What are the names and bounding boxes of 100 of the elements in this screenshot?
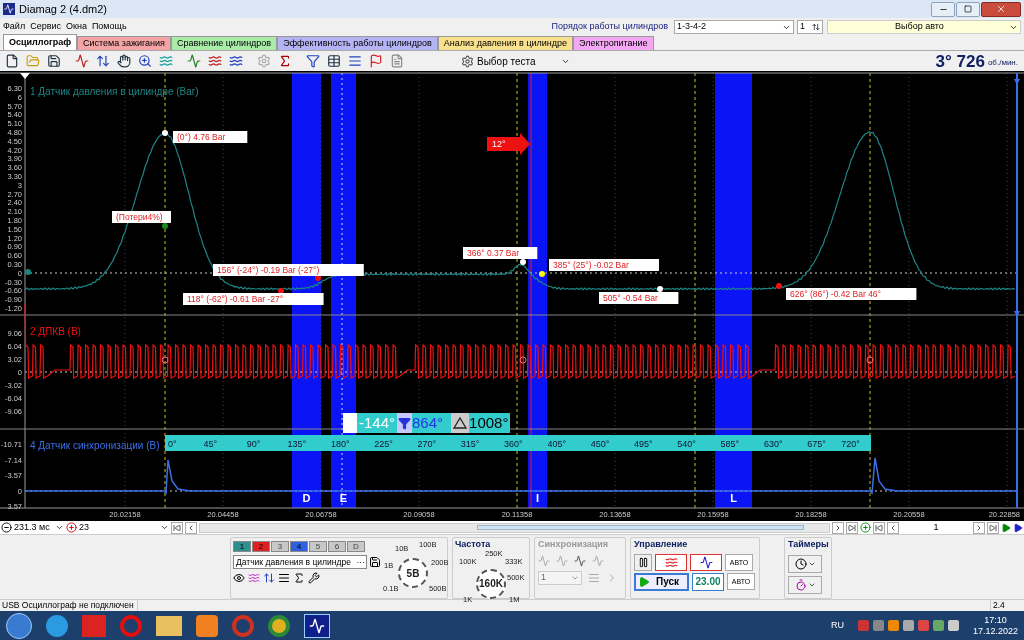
channel-dot-icon [25,269,31,275]
degree-tick-label: 495° [634,439,653,449]
timer-button[interactable] [788,575,822,594]
previous-button[interactable] [185,521,197,534]
pause-button[interactable] [634,553,652,571]
tray-icon[interactable] [872,620,884,631]
degree-tick-label: 90° [246,439,261,449]
noise-button[interactable] [690,553,722,571]
chevron-icon [889,523,897,532]
start-orb-icon[interactable] [6,612,32,639]
close-button[interactable] [981,1,1021,17]
start-button[interactable]: Пуск [634,572,689,591]
first-button[interactable] [873,521,885,534]
skip-icon [875,523,883,532]
marker-label: 626° (86°) -0.42 Bar 46° [786,288,917,300]
triangle-marker-icon[interactable] [1014,311,1020,317]
tab[interactable]: Осциллограф [3,34,77,50]
sine-button[interactable] [655,553,687,571]
next-button[interactable] [832,521,844,534]
function-icon [293,572,305,584]
zone-label: D [302,492,311,504]
zone-label: L [730,492,737,504]
tab[interactable]: Анализ давления в цилиндре [437,36,574,50]
degree-tick-label: 540° [677,439,696,449]
degree-tick-label: 135° [287,439,307,449]
degree-tick-label: 720° [841,439,860,449]
ring-marker-icon [161,356,169,364]
marker-dot-icon[interactable] [657,286,663,292]
menu-item[interactable]: Помощь [91,20,127,34]
arrows-icon [263,572,275,584]
browser-icon[interactable] [268,614,290,637]
menu-item[interactable]: Окна [65,20,87,34]
tray-icon[interactable] [947,620,959,631]
rotary-knob[interactable]: 160K [476,568,506,599]
scrollbar-thumb[interactable] [476,525,804,530]
test-select[interactable]: Выбор теста [458,52,573,70]
channel-select[interactable]: Датчик давления в цилиндре ··· [233,555,367,569]
degree-tick-label: 0° [168,439,177,449]
rpm-unit: об./мин. [987,57,1018,69]
triangle-marker-icon[interactable] [20,73,30,79]
last-button[interactable] [987,521,999,534]
cursor-swatch [343,413,357,433]
play-icon [638,575,650,588]
time-button[interactable]: 23.00 [692,572,724,591]
marker-dot-icon[interactable] [539,271,545,277]
cylinder-spinbox[interactable]: 1 [797,20,823,34]
window-title: Diamag 2 (4.dm2) [19,1,108,17]
group-title: Таймеры [788,538,828,551]
triangle-marker-icon[interactable] [1014,79,1020,85]
zoom-select[interactable]: 23 [79,520,169,535]
cylinder-order-select[interactable]: 1-3-4-2 [674,20,794,34]
marker-dot-icon[interactable] [520,259,526,265]
media-icon[interactable] [196,614,218,637]
car-select[interactable]: Выбор авто [827,20,1021,34]
timer-button[interactable] [788,554,822,573]
cylinder-order-label: Порядок работы цилиндров [551,20,668,34]
marker-dot-icon[interactable] [162,130,168,136]
timebase-select[interactable]: 231.3 мс [14,520,64,535]
channel-toggle[interactable]: 2 [252,541,270,552]
folder-icon[interactable] [156,615,182,636]
stopwatch-icon [794,578,807,591]
tab[interactable]: Система зажигания [77,36,171,50]
tab[interactable]: Сравнение цилиндров [170,36,278,50]
tab[interactable]: Электропитание [573,36,654,50]
channel-toggle[interactable]: 1 [233,541,251,552]
menu-item[interactable]: Сервис [30,20,61,34]
eye-icon [233,572,245,584]
marker-dot-icon[interactable] [776,283,782,289]
menu-item[interactable]: Файл [3,20,26,34]
scrollbar[interactable] [199,522,830,533]
channel-toggle[interactable]: 4 [290,541,308,552]
edge-icon [592,554,604,567]
first-button[interactable] [171,521,183,534]
falling-edge-icon [556,554,568,567]
marker-dot-icon[interactable] [162,223,168,229]
waveform-app-icon[interactable] [304,613,330,638]
next-button[interactable] [973,521,985,534]
sync-select[interactable]: 1 [538,570,582,585]
zone-label: E [339,492,348,504]
marker-dot-icon[interactable] [278,288,284,294]
rotary-knob[interactable]: 5В [398,558,428,588]
marker-label: 366° 0.37 Bar [463,247,538,259]
maximize-icon [964,5,972,13]
tab[interactable]: Эффективность работы цилиндров [277,36,438,50]
tray-icon[interactable] [932,620,944,631]
last-button[interactable] [846,521,858,534]
arrow-marker: 12° [487,133,530,155]
ring-marker-icon [866,356,874,364]
pause-icon [637,556,649,568]
page-number: 1 [932,520,940,534]
cursor-start: -144° [357,413,398,433]
wave-icon [248,572,260,584]
tray-icon[interactable] [887,620,899,631]
previous-button[interactable] [887,521,899,534]
marker-dot-icon[interactable] [315,275,321,281]
browser-icon[interactable] [46,614,68,637]
pulse-icon [574,554,586,567]
language-indicator[interactable]: RU [830,618,844,633]
tray-icon[interactable] [902,620,914,631]
wave-icon [664,555,678,569]
